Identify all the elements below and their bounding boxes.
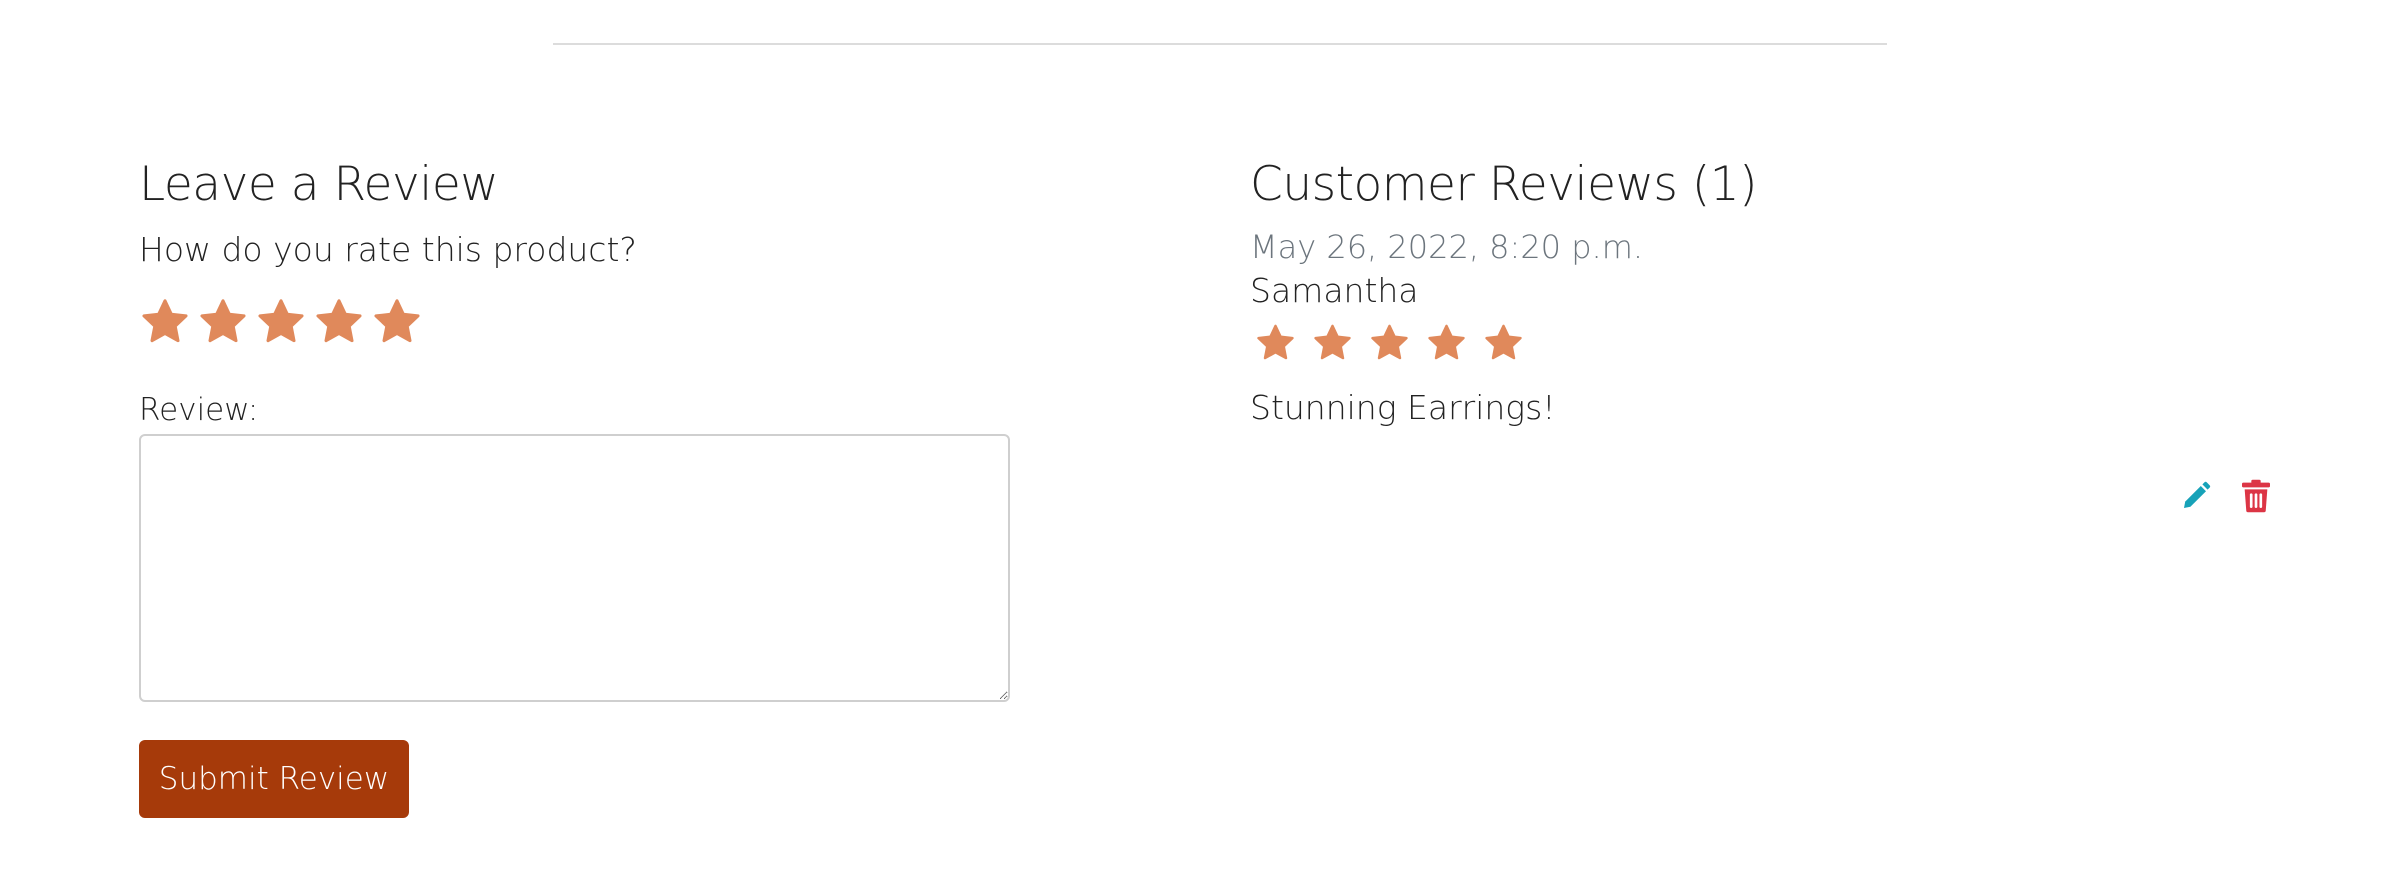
review-actions bbox=[2180, 478, 2272, 514]
review-date: May 26, 2022, 8:20 p.m. bbox=[1250, 228, 1644, 266]
leave-review-title: Leave a Review bbox=[139, 157, 499, 212]
review-text: Stunning Earrings! bbox=[1250, 388, 1556, 427]
star-4-icon[interactable] bbox=[313, 296, 365, 348]
review-textarea[interactable] bbox=[139, 434, 1010, 702]
pencil-icon[interactable] bbox=[2180, 478, 2212, 514]
trash-icon[interactable] bbox=[2240, 478, 2272, 514]
section-divider bbox=[553, 43, 1887, 45]
star-5-icon[interactable] bbox=[371, 296, 423, 348]
star-icon bbox=[1307, 322, 1358, 364]
star-1-icon[interactable] bbox=[139, 296, 191, 348]
rating-question: How do you rate this product? bbox=[139, 230, 637, 269]
star-icon bbox=[1364, 322, 1415, 364]
star-icon bbox=[1478, 322, 1529, 364]
star-icon bbox=[1250, 322, 1301, 364]
star-2-icon[interactable] bbox=[197, 296, 249, 348]
review-item: May 26, 2022, 8:20 p.m. Samantha Stunnin… bbox=[1250, 224, 2280, 430]
star-rating-input bbox=[139, 296, 1009, 348]
star-3-icon[interactable] bbox=[255, 296, 307, 348]
review-author: Samantha bbox=[1250, 271, 1419, 310]
customer-reviews-title: Customer Reviews (1) bbox=[1250, 157, 1757, 212]
review-label: Review: bbox=[139, 392, 259, 428]
leave-review-form: Leave a Review How do you rate this prod… bbox=[139, 150, 1010, 818]
star-icon bbox=[1421, 322, 1472, 364]
submit-review-button[interactable]: Submit Review bbox=[139, 740, 409, 818]
review-rating bbox=[1250, 322, 2280, 364]
customer-reviews: Customer Reviews (1) May 26, 2022, 8:20 … bbox=[1250, 150, 2280, 430]
